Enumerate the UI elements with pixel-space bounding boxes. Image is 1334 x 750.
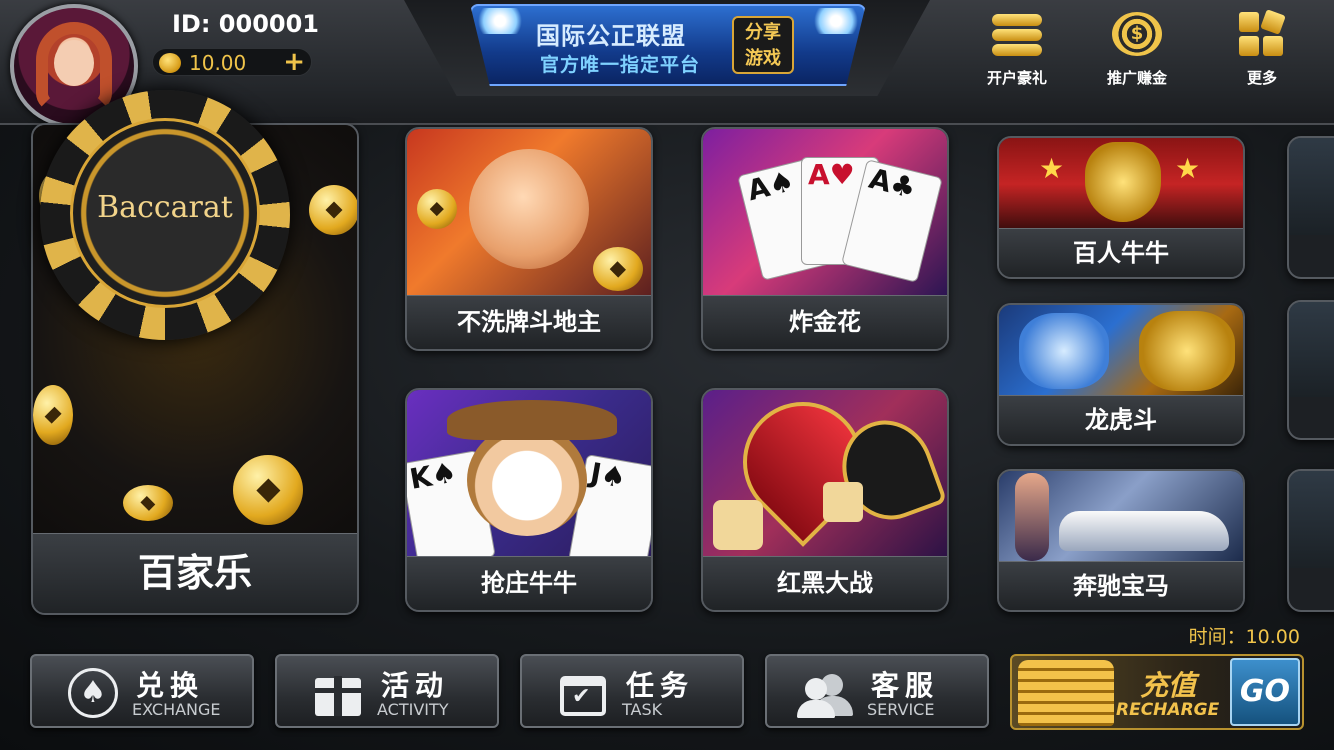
gift-icon [313, 668, 363, 718]
activity-label: 活动 [381, 669, 450, 702]
dragon-icon [1139, 311, 1235, 391]
game-card-bairen-niuniu[interactable]: ★ ★ 百人牛牛 [997, 136, 1245, 279]
support-people-icon [797, 668, 853, 718]
game-name: 百家乐 [33, 533, 357, 613]
game-card-zhajinhua[interactable]: A♠ A♥ A♣ 炸金花 [701, 127, 949, 351]
avatar-face [54, 40, 94, 86]
share-game-button[interactable]: 分享 游戏 [732, 16, 794, 74]
gold-coin-icon [593, 247, 643, 291]
game-card-doudizhu[interactable]: 不洗牌斗地主 [405, 127, 653, 351]
share-badge-line2: 游戏 [745, 48, 781, 69]
zhajinhua-art: A♠ A♥ A♣ [703, 129, 947, 297]
service-label: 客服 [871, 669, 940, 702]
gold-coin-icon [159, 53, 181, 73]
baccarat-logo-text: Baccarat [97, 190, 233, 225]
gold-coin-icon [233, 455, 303, 525]
benz-bmw-art [999, 471, 1243, 563]
game-name: 百人牛牛 [999, 228, 1243, 277]
exchange-label: 兑换 [136, 669, 205, 702]
game-name: 奔驰宝马 [999, 561, 1243, 610]
dice-icon [713, 500, 763, 550]
recharge-panel[interactable]: 充值 RECHARGE GO [1010, 654, 1304, 730]
game-card-benz-bmw[interactable]: 奔驰宝马 [997, 469, 1245, 612]
banner-subtitle: 官方唯一指定平台 [540, 54, 701, 76]
service-button[interactable]: 客服 SERVICE [765, 654, 989, 728]
calendar-check-icon: ✔ [558, 668, 608, 718]
sports-car-icon [1059, 511, 1229, 551]
add-balance-button[interactable]: + [283, 47, 305, 77]
task-button[interactable]: ✔ 任务 TASK [520, 654, 744, 728]
tiger-icon [1019, 313, 1109, 389]
game-name: 炸金花 [703, 295, 947, 349]
recharge-label: 充值 [1140, 669, 1197, 702]
recharge-sublabel: RECHARGE [1116, 700, 1220, 720]
coin-stack-icon [1018, 660, 1114, 726]
share-badge-line1: 分享 [745, 22, 781, 43]
gold-coin-icon [309, 185, 357, 235]
service-sublabel: SERVICE [867, 700, 935, 719]
gold-coin-icon [33, 385, 73, 445]
star-icon: ★ [1039, 152, 1065, 185]
exchange-sublabel: EXCHANGE [132, 700, 221, 719]
time-display: 时间：10.00 [1188, 626, 1300, 648]
go-button[interactable]: GO [1230, 658, 1300, 726]
game-name: 抢庄牛牛 [407, 556, 651, 610]
game-card-partial[interactable] [1287, 136, 1334, 279]
dice-icon [823, 482, 863, 522]
more-label: 更多 [1246, 69, 1277, 87]
promote-earn-label: 推广赚金 [1106, 69, 1167, 87]
gold-bars-icon [972, 14, 1062, 56]
golden-bull-icon [1085, 142, 1161, 222]
bairen-niuniu-art: ★ ★ [999, 138, 1243, 230]
game-card-red-black-war[interactable]: 红黑大战 [701, 388, 949, 612]
balance-box: 10.00 + [152, 47, 312, 77]
game-card-qiangzhuang-niuniu[interactable]: K♠ J♠ 抢庄牛牛 [405, 388, 653, 612]
dragon-tiger-art [999, 305, 1243, 397]
game-name: 红黑大战 [703, 556, 947, 610]
gold-coin-icon [123, 485, 173, 521]
farmer-mascot-icon [469, 149, 589, 269]
dollar-chip-icon: $ [1112, 12, 1162, 56]
player-id: ID: 000001 [172, 10, 319, 38]
cowboy-bull-mascot-icon [467, 424, 587, 536]
activity-sublabel: ACTIVITY [377, 700, 449, 719]
model-figure-icon [1015, 473, 1049, 561]
exchange-button[interactable]: ♠ 兑换 EXCHANGE [30, 654, 254, 728]
star-icon: ★ [1175, 152, 1201, 185]
account-gift-label: 开户豪礼 [986, 69, 1047, 87]
balance-value: 10.00 [189, 51, 247, 75]
task-label: 任务 [626, 669, 695, 702]
spotlight-right-icon [812, 8, 860, 34]
game-card-partial[interactable] [1287, 300, 1334, 440]
spade-coin-icon: ♠ [68, 668, 118, 718]
activity-button[interactable]: 活动 ACTIVITY [275, 654, 499, 728]
game-card-partial[interactable] [1287, 469, 1334, 612]
game-name: 龙虎斗 [999, 395, 1243, 444]
grid-more-icon [1239, 9, 1286, 58]
doudizhu-art [407, 129, 651, 297]
game-name: 不洗牌斗地主 [407, 295, 651, 349]
game-card-dragon-tiger[interactable]: 龙虎斗 [997, 303, 1245, 446]
qiangzhuang-art: K♠ J♠ [407, 390, 651, 574]
promote-earn-button[interactable]: $ 推广赚金 [1092, 12, 1182, 88]
cowboy-hat-icon [447, 400, 617, 440]
account-gift-button[interactable]: 开户豪礼 [972, 12, 1062, 88]
banner-title: 国际公正联盟 [536, 22, 686, 50]
gold-coin-icon [417, 189, 457, 229]
red-black-art [703, 390, 947, 558]
task-sublabel: TASK [622, 700, 663, 719]
spotlight-left-icon [476, 8, 524, 34]
more-button[interactable]: 更多 [1217, 9, 1307, 88]
